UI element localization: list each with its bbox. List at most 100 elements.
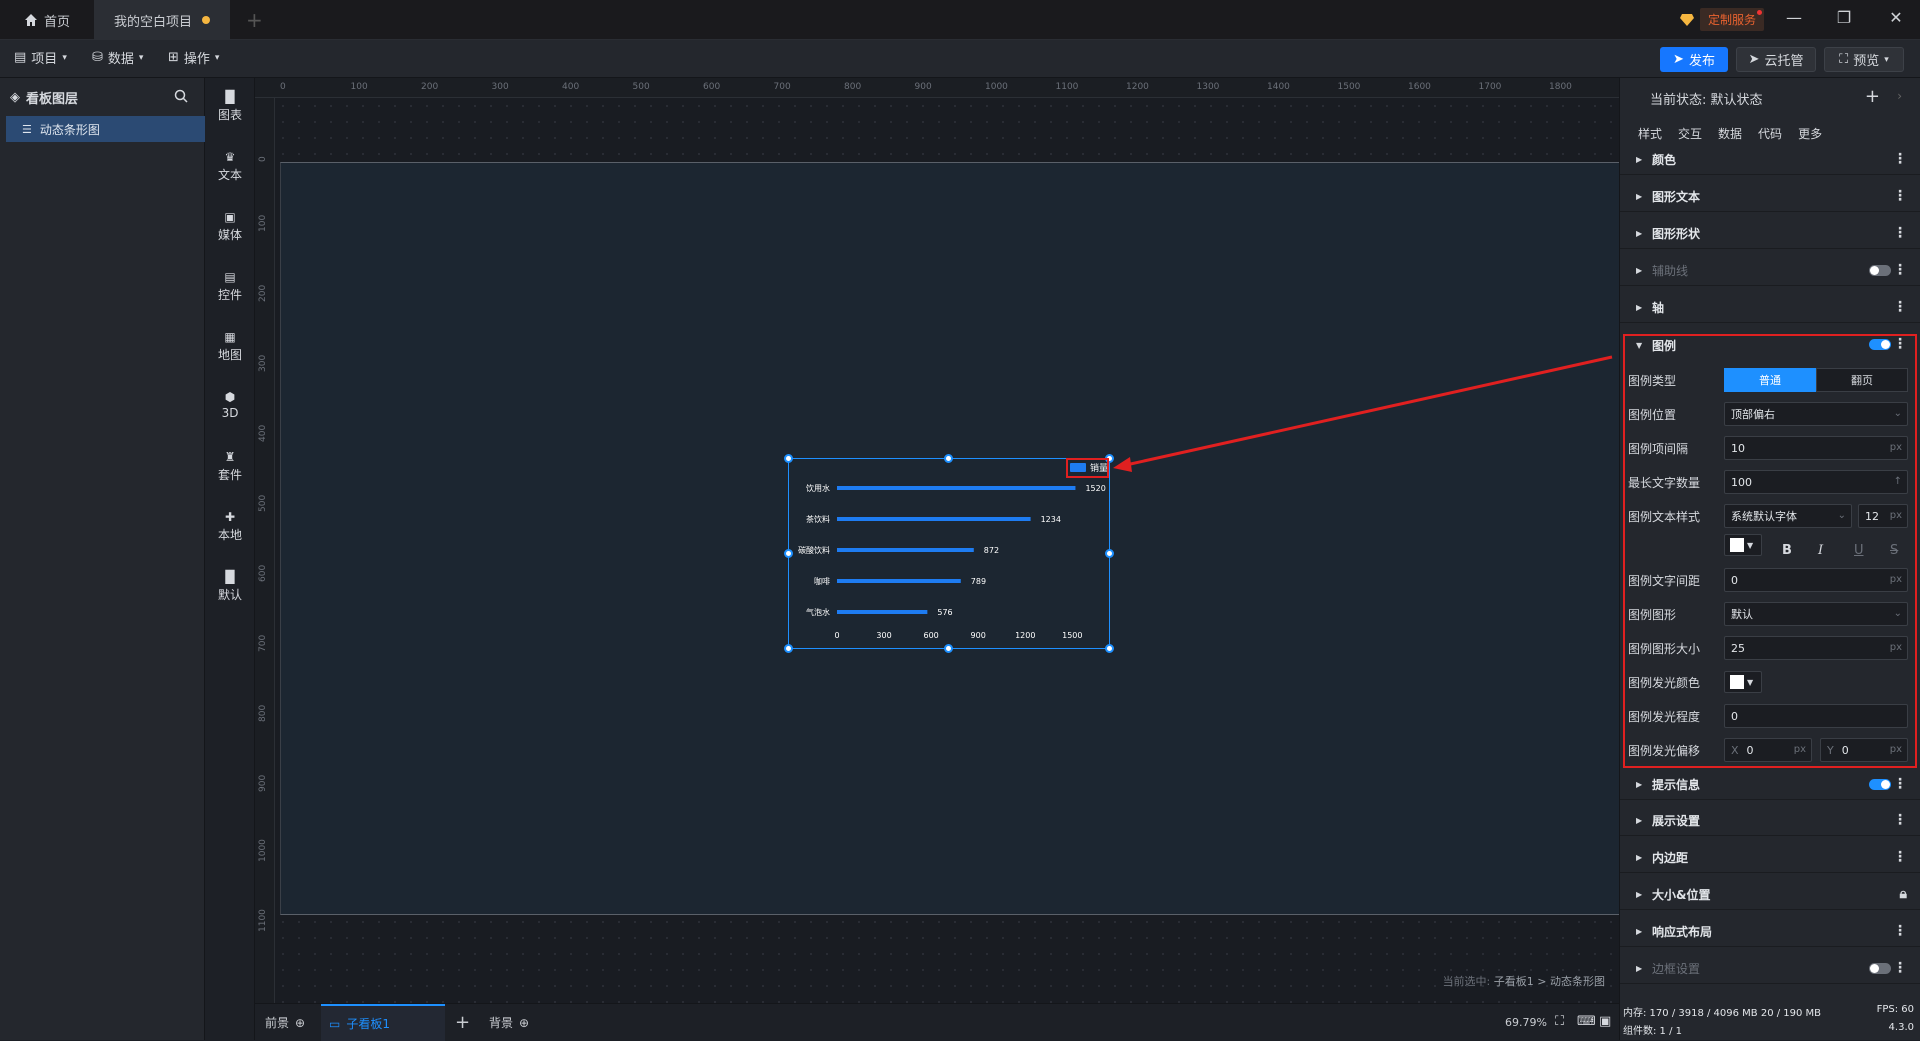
underline-icon[interactable]: U: [1854, 543, 1864, 558]
resize-handle[interactable]: [944, 644, 953, 653]
comp-text[interactable]: ♛ 文本: [205, 150, 255, 183]
tab-project[interactable]: 我的空白项目: [94, 0, 230, 40]
resize-handle[interactable]: [1105, 549, 1114, 558]
custom-service-button[interactable]: 定制服务: [1700, 8, 1765, 31]
comp-map[interactable]: ▦ 地图: [205, 330, 255, 363]
legend-type-paged[interactable]: 翻页: [1816, 368, 1908, 392]
max-text-input[interactable]: 100 ↑: [1724, 470, 1908, 494]
search-icon[interactable]: [174, 89, 188, 103]
font-size-input[interactable]: 12 px: [1858, 504, 1908, 528]
add-circle-icon[interactable]: ⊕: [519, 1016, 529, 1030]
legend-gap-label: 图例项间隔: [1628, 441, 1689, 456]
glow-level-input[interactable]: 0: [1724, 704, 1908, 728]
ruler-tick-label: 500: [258, 494, 268, 512]
comp-control[interactable]: ▤ 控件: [205, 270, 255, 303]
more-icon[interactable]: ⋮: [1893, 151, 1907, 167]
section-display[interactable]: ▶ 展示设置 ⋮: [1620, 806, 1920, 836]
more-icon[interactable]: ⋮: [1893, 299, 1907, 315]
tooltip-toggle[interactable]: [1869, 779, 1891, 790]
custom-service[interactable]: 定制服务: [1680, 8, 1765, 31]
menu-data[interactable]: ⛁ 数据 ▾: [92, 48, 143, 67]
menu-operate[interactable]: ⊞ 操作 ▾: [168, 48, 219, 67]
glow-offset-x-input[interactable]: X 0 px: [1724, 738, 1812, 762]
add-board-icon[interactable]: +: [455, 1004, 470, 1041]
section-guide[interactable]: ▶ 辅助线 ⋮: [1620, 256, 1920, 286]
resize-handle[interactable]: [784, 454, 793, 463]
comp-local[interactable]: ✚ 本地: [205, 510, 255, 543]
more-icon[interactable]: ⋮: [1893, 923, 1907, 939]
section-shape[interactable]: ▶ 图形形状 ⋮: [1620, 219, 1920, 249]
tab-sub-board[interactable]: ▭ 子看板1: [321, 1004, 445, 1041]
cloud-host-button[interactable]: ➤ 云托管: [1736, 47, 1816, 72]
section-tooltip[interactable]: ▶ 提示信息 ⋮: [1620, 770, 1920, 800]
font-select[interactable]: 系统默认字体 ⌄: [1724, 504, 1852, 528]
section-axis[interactable]: ▶ 轴 ⋮: [1620, 293, 1920, 323]
more-icon[interactable]: ⋮: [1893, 262, 1907, 278]
section-padding[interactable]: ▶ 内边距 ⋮: [1620, 843, 1920, 873]
bold-icon[interactable]: B: [1782, 543, 1792, 558]
layer-item[interactable]: ☰ 动态条形图: [6, 116, 205, 142]
fit-screen-icon[interactable]: ⛶: [1555, 1014, 1564, 1029]
tab-background[interactable]: 背景 ⊕: [489, 1004, 529, 1041]
resize-handle[interactable]: [784, 644, 793, 653]
text-color-picker[interactable]: ▼: [1724, 534, 1762, 556]
add-circle-icon[interactable]: ⊕: [295, 1016, 305, 1030]
add-state-icon[interactable]: +: [1865, 86, 1880, 107]
tab-code[interactable]: 代码: [1758, 125, 1782, 142]
shape-size-input[interactable]: 25 px: [1724, 636, 1908, 660]
publish-button[interactable]: ➤ 发布: [1660, 47, 1728, 72]
tab-interaction[interactable]: 交互: [1678, 125, 1702, 142]
current-state[interactable]: 当前状态: 默认状态: [1650, 89, 1763, 108]
close-icon[interactable]: ✕: [1886, 8, 1906, 27]
more-icon[interactable]: ⋮: [1893, 812, 1907, 828]
lock-icon[interactable]: 🔒︎: [1900, 886, 1907, 902]
text-spacing-input[interactable]: 0 px: [1724, 568, 1908, 592]
more-icon[interactable]: ⋮: [1893, 188, 1907, 204]
comp-media[interactable]: ▣ 媒体: [205, 210, 255, 243]
strikethrough-icon[interactable]: S: [1890, 543, 1898, 558]
resize-handle[interactable]: [1105, 644, 1114, 653]
comp-default[interactable]: ▐▌ 默认: [205, 570, 255, 603]
italic-icon[interactable]: I: [1818, 543, 1823, 558]
glow-level-label: 图例发光程度: [1628, 709, 1701, 724]
section-border[interactable]: ▶ 边框设置 ⋮: [1620, 954, 1920, 984]
terminal-icon[interactable]: ▣: [1599, 1014, 1611, 1029]
more-icon[interactable]: ⋮: [1893, 225, 1907, 241]
tab-home[interactable]: 首页: [0, 0, 94, 40]
preview-button[interactable]: ⛶ 预览 ▾: [1824, 47, 1904, 72]
guide-toggle[interactable]: [1869, 265, 1891, 276]
glow-color-picker[interactable]: ▼: [1724, 671, 1762, 693]
resize-handle[interactable]: [944, 454, 953, 463]
comp-3d[interactable]: ⬢ 3D: [205, 390, 255, 420]
comp-kit[interactable]: ♜ 套件: [205, 450, 255, 483]
glow-color-label: 图例发光颜色: [1628, 675, 1701, 690]
comp-chart[interactable]: ▐▌ 图表: [205, 90, 255, 123]
section-shape-text[interactable]: ▶ 图形文本 ⋮: [1620, 182, 1920, 212]
more-icon[interactable]: ⋮: [1893, 849, 1907, 865]
minimize-icon[interactable]: —: [1784, 8, 1804, 27]
add-tab-icon[interactable]: +: [246, 8, 263, 32]
section-size-position[interactable]: ▶ 大小&位置 🔒︎: [1620, 880, 1920, 910]
zoom-level[interactable]: 69.79%: [1505, 1016, 1547, 1029]
glow-offset-y-input[interactable]: Y 0 px: [1820, 738, 1908, 762]
section-color[interactable]: ▶ 颜色 ⋮: [1620, 145, 1920, 175]
tab-foreground[interactable]: 前景 ⊕: [265, 1004, 317, 1041]
stepper-up-icon[interactable]: ↑: [1894, 476, 1902, 487]
tab-more[interactable]: 更多: [1798, 125, 1822, 142]
legend-gap-input[interactable]: 10 px: [1724, 436, 1908, 460]
tab-style[interactable]: 样式: [1638, 125, 1662, 142]
section-responsive[interactable]: ▶ 响应式布局 ⋮: [1620, 917, 1920, 947]
resize-handle[interactable]: [784, 549, 793, 558]
menu-project[interactable]: ▤ 项目 ▾: [14, 48, 67, 67]
restore-icon[interactable]: ❐: [1834, 8, 1854, 27]
keyboard-icon[interactable]: ⌨: [1577, 1014, 1596, 1029]
border-toggle[interactable]: [1869, 963, 1891, 974]
legend-shape-select[interactable]: 默认 ⌄: [1724, 602, 1908, 626]
more-icon[interactable]: ⋮: [1893, 960, 1907, 976]
legend-position-select[interactable]: 顶部偏右 ⌄: [1724, 402, 1908, 426]
tab-data[interactable]: 数据: [1718, 125, 1742, 142]
legend-type-segment[interactable]: 普通 翻页: [1724, 368, 1908, 392]
chevron-right-icon[interactable]: ›: [1897, 89, 1902, 103]
more-icon[interactable]: ⋮: [1893, 776, 1907, 792]
legend-type-normal[interactable]: 普通: [1724, 368, 1816, 392]
